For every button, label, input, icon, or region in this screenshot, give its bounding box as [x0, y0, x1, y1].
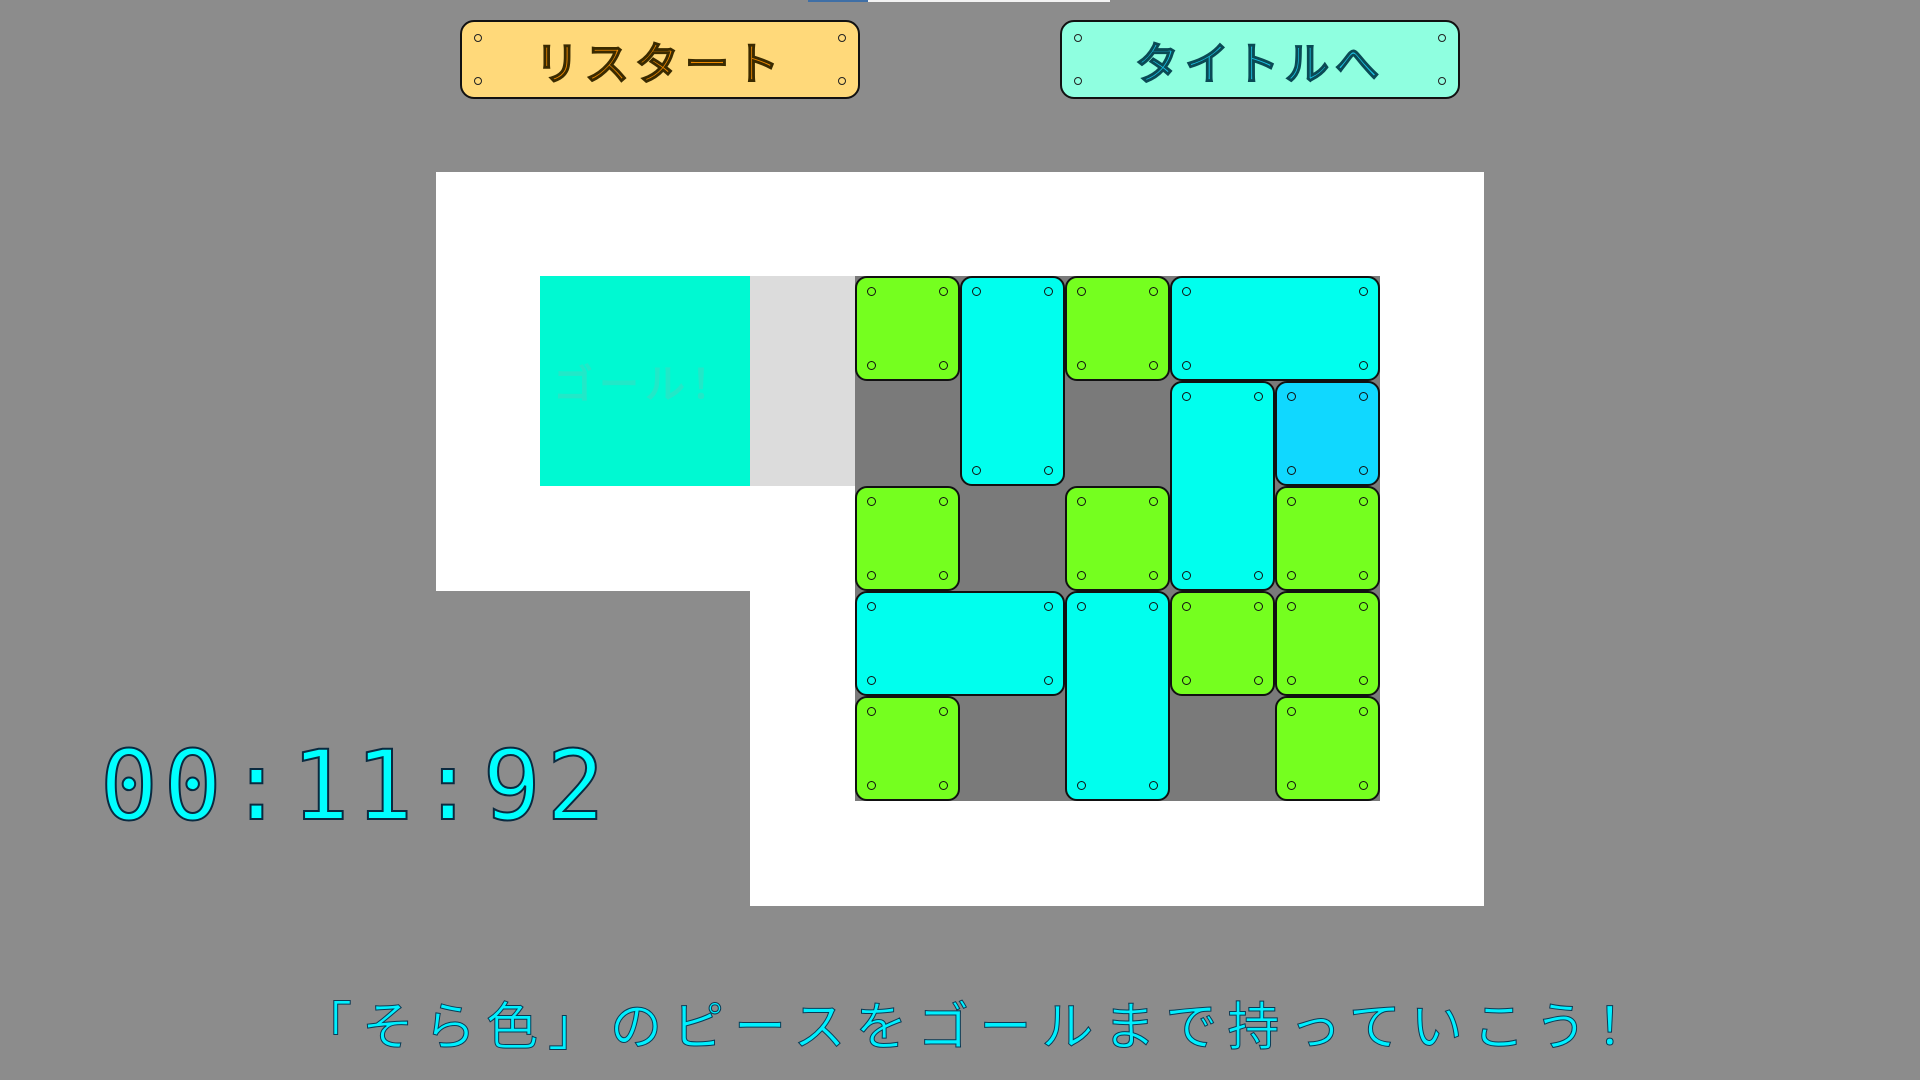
instruction-text: 「そら色」のピースをゴールまで持っていこう！: [300, 998, 1659, 1059]
piece-green[interactable]: [855, 696, 960, 801]
piece-green[interactable]: [1275, 696, 1380, 801]
back-to-title-button[interactable]: タイトルへ: [1060, 20, 1460, 99]
piece-cyan-vertical[interactable]: [960, 276, 1065, 486]
piece-green[interactable]: [1065, 276, 1170, 381]
piece-cyan-vertical[interactable]: [1065, 591, 1170, 801]
puzzle-grid: [855, 276, 1380, 801]
piece-cyan-horizontal[interactable]: [1170, 276, 1380, 381]
goal-path: [750, 276, 855, 486]
piece-green[interactable]: [1275, 591, 1380, 696]
piece-green[interactable]: [1275, 486, 1380, 591]
piece-green[interactable]: [855, 486, 960, 591]
top-progress-indicator: [808, 0, 1110, 2]
restart-button-label: リスタート: [534, 38, 785, 91]
piece-target-sky-blue[interactable]: [1275, 381, 1380, 486]
back-to-title-label: タイトルへ: [1134, 38, 1385, 91]
piece-cyan-vertical[interactable]: [1170, 381, 1275, 591]
piece-green[interactable]: [1065, 486, 1170, 591]
piece-green[interactable]: [855, 276, 960, 381]
elapsed-timer: 00:11:92: [99, 729, 611, 843]
goal-zone: ゴール！: [540, 276, 750, 486]
piece-green[interactable]: [1170, 591, 1275, 696]
piece-cyan-horizontal[interactable]: [855, 591, 1065, 696]
restart-button[interactable]: リスタート: [460, 20, 860, 99]
goal-label: ゴール！: [553, 362, 737, 408]
